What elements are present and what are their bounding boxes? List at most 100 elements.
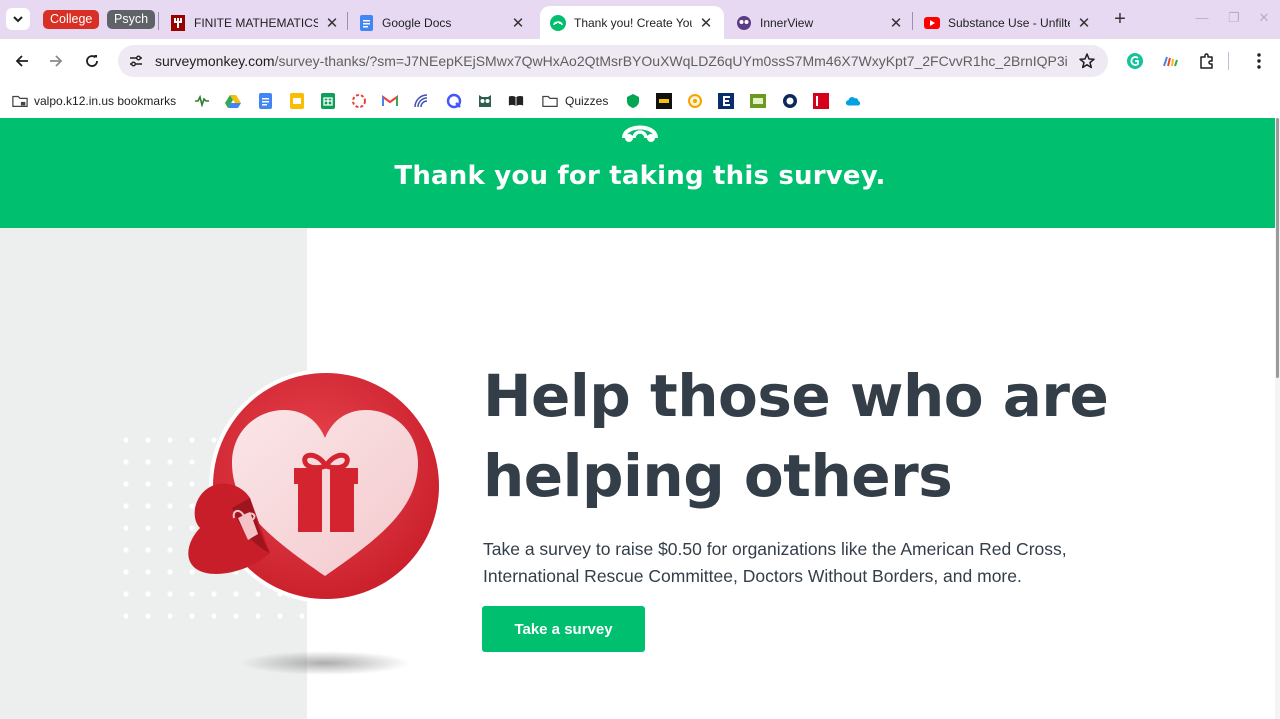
url-text[interactable]: surveymonkey.com/survey-thanks/?sm=J7NEe… xyxy=(155,53,1067,69)
salesforce-cloud-icon xyxy=(845,93,861,109)
bookmark-10[interactable] xyxy=(477,90,493,112)
bookmark-valpo-folder[interactable]: valpo.k12.in.us bookmarks xyxy=(12,90,176,112)
bookmark-13[interactable] xyxy=(656,90,672,112)
open-book-icon xyxy=(508,93,524,109)
tab-title: Substance Use - Unfiltered xyxy=(948,15,1070,30)
close-icon[interactable]: ✕ xyxy=(888,15,904,32)
restore-icon[interactable]: ❐ xyxy=(1226,10,1242,26)
gmail-icon xyxy=(382,93,398,109)
grammarly-icon[interactable] xyxy=(1124,50,1146,72)
tab-title: FINITE MATHEMATICS xyxy=(194,15,318,30)
address-bar[interactable]: surveymonkey.com/survey-thanks/?sm=J7NEe… xyxy=(118,45,1108,77)
bookmark-17[interactable] xyxy=(782,90,798,112)
signal-arcs-icon xyxy=(413,93,429,109)
tab-search-button[interactable] xyxy=(6,8,30,30)
headline: Help those who are helping others xyxy=(483,356,1183,516)
tab-group-college[interactable]: College xyxy=(43,10,100,29)
bookmark-18[interactable] xyxy=(813,90,829,112)
surveymonkey-icon xyxy=(550,14,566,31)
tab-separator xyxy=(347,12,348,30)
url-path: /survey-thanks/?sm=J7NEepKEjSMwx7QwHxAo2… xyxy=(274,53,1067,69)
google-drive-icon xyxy=(225,93,241,109)
bookmark-2[interactable] xyxy=(225,90,241,112)
tab-group-psych[interactable]: Psych xyxy=(107,10,156,29)
reload-icon xyxy=(86,55,98,67)
scrollbar-thumb[interactable] xyxy=(1276,118,1279,378)
tab-separator xyxy=(158,12,159,30)
new-tab-button[interactable]: + xyxy=(1110,9,1130,30)
url-host: surveymonkey.com xyxy=(155,53,275,69)
tab-innerview[interactable]: InnerView ✕ xyxy=(736,6,904,39)
bookmark-1[interactable] xyxy=(194,90,210,112)
google-sheets-icon xyxy=(320,93,336,109)
bookmark-11[interactable] xyxy=(508,90,524,112)
tab-surveymonkey-active[interactable]: Thank you! Create Your Own Online Survey… xyxy=(540,6,724,39)
take-a-survey-button[interactable]: Take a survey xyxy=(482,606,645,652)
color-extension-icon[interactable] xyxy=(1160,50,1182,72)
kebab-menu-icon[interactable] xyxy=(1248,50,1270,72)
forward-button[interactable] xyxy=(43,48,69,74)
encyclopedia-e-icon xyxy=(718,93,734,109)
iu-trident-icon xyxy=(170,14,186,31)
close-icon[interactable]: ✕ xyxy=(1076,15,1092,32)
bookmark-6[interactable] xyxy=(351,90,367,112)
google-docs-icon xyxy=(358,14,374,31)
site-info-icon[interactable] xyxy=(124,49,148,73)
tab-title: InnerView xyxy=(760,15,814,30)
google-slides-icon xyxy=(289,93,305,109)
tab-google-docs[interactable]: Google Docs ✕ xyxy=(358,6,526,39)
orange-badge-icon xyxy=(687,93,703,109)
bookmark-4[interactable] xyxy=(289,90,305,112)
tab-separator xyxy=(912,12,913,30)
extensions-puzzle-icon[interactable] xyxy=(1196,50,1218,72)
green-shield-icon xyxy=(625,93,641,109)
minimize-icon[interactable]: — xyxy=(1194,10,1210,26)
google-docs-icon xyxy=(257,93,273,109)
tab-substance-use[interactable]: Substance Use - Unfiltered ✕ xyxy=(924,6,1092,39)
reload-button[interactable] xyxy=(79,48,105,74)
bookmark-7[interactable] xyxy=(382,90,398,112)
headline-line-1: Help those who are xyxy=(483,362,1109,430)
browser-toolbar: surveymonkey.com/survey-thanks/?sm=J7NEe… xyxy=(0,39,1280,84)
bookmark-12[interactable] xyxy=(625,90,641,112)
bookmark-folder-quizzes[interactable]: Quizzes xyxy=(542,90,608,112)
bookmark-15[interactable] xyxy=(718,90,734,112)
bookmark-3[interactable] xyxy=(257,90,273,112)
ring-icon xyxy=(782,93,798,109)
arrow-left-icon xyxy=(15,55,28,67)
banner-title: Thank you for taking this survey. xyxy=(394,161,886,191)
bookmark-19[interactable] xyxy=(845,90,861,112)
bookmark-14[interactable] xyxy=(687,90,703,112)
bookmark-9[interactable] xyxy=(446,90,462,112)
arrow-right-icon xyxy=(50,55,63,67)
window-close-icon[interactable]: ✕ xyxy=(1256,10,1272,26)
surveymonkey-logo-icon xyxy=(622,125,658,142)
close-icon[interactable]: ✕ xyxy=(324,15,340,32)
dotted-circle-icon xyxy=(351,93,367,109)
bookmark-star-icon[interactable] xyxy=(1076,50,1098,72)
owl-icon xyxy=(477,93,493,109)
close-icon[interactable]: ✕ xyxy=(698,15,714,32)
heart-gift-illustration xyxy=(120,369,443,675)
thank-you-banner: Thank you for taking this survey. xyxy=(0,118,1280,228)
drop-shadow xyxy=(240,651,410,675)
back-button[interactable] xyxy=(9,48,35,74)
tab-finite-mathematics[interactable]: FINITE MATHEMATICS ✕ xyxy=(170,6,340,39)
innerview-icon xyxy=(736,15,752,31)
black-square-logo-icon xyxy=(656,93,672,109)
close-icon[interactable]: ✕ xyxy=(510,15,526,32)
toolbar-divider xyxy=(1223,50,1233,72)
bookmark-16[interactable] xyxy=(750,90,766,112)
managed-folder-icon xyxy=(12,93,28,109)
tab-title: Google Docs xyxy=(382,15,452,30)
bookmark-8[interactable] xyxy=(413,90,429,112)
headline-line-2: helping others xyxy=(483,442,953,510)
page-content: Thank you for taking this survey. Help t… xyxy=(0,118,1280,719)
quizlet-icon xyxy=(446,93,462,109)
tab-strip: College Psych FINITE MATHEMATICS ✕ Googl… xyxy=(0,0,1280,39)
chevron-down-icon xyxy=(13,16,23,23)
bookmark-5[interactable] xyxy=(320,90,336,112)
bookmarks-bar: valpo.k12.in.us bookmarks Quizzes xyxy=(0,84,1280,118)
bookmark-label: Quizzes xyxy=(565,94,609,108)
green-card-icon xyxy=(750,93,766,109)
